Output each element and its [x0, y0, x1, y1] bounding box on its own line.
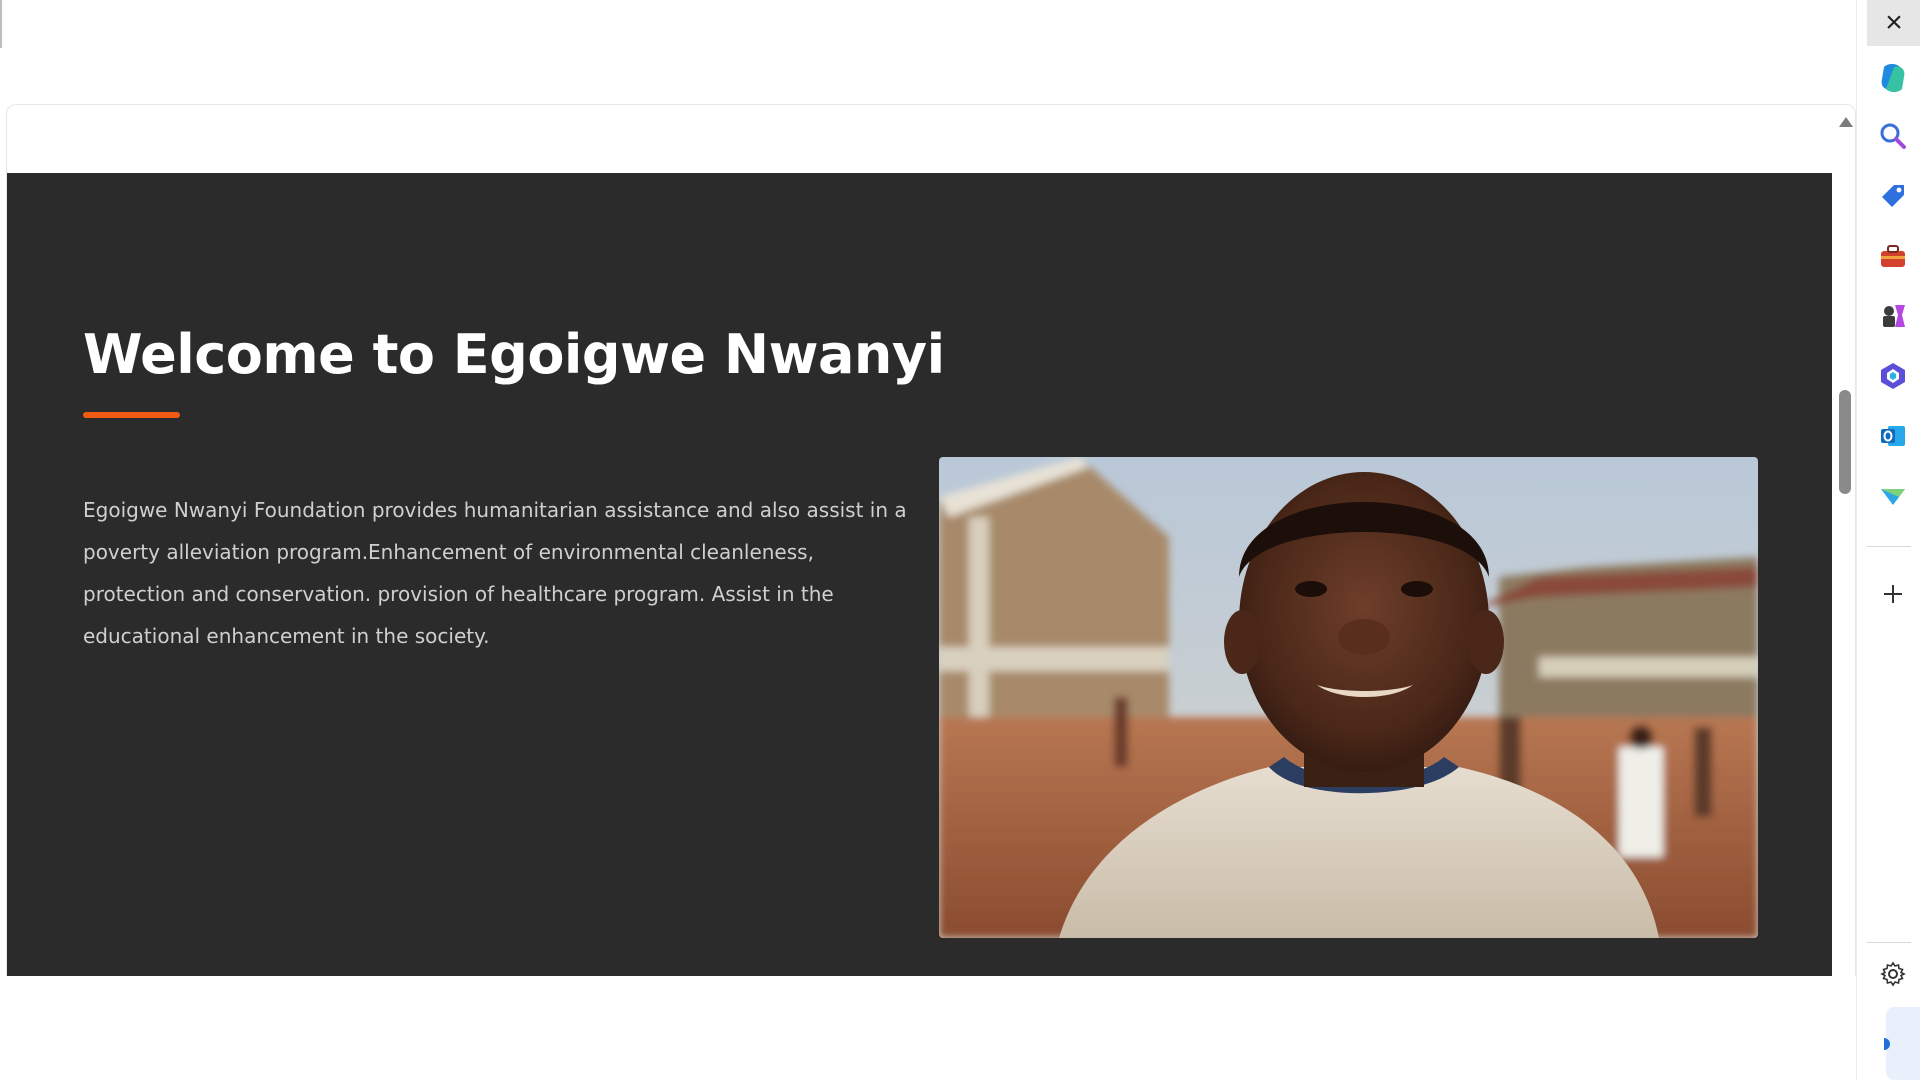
page-viewport: Welcome to Egoigwe Nwanyi Egoigwe Nwanyi… [6, 104, 1856, 976]
gear-icon [1880, 961, 1906, 987]
sidebar-divider [1867, 942, 1911, 943]
outlook-icon[interactable] [1875, 418, 1911, 454]
sidebar-settings-button[interactable] [1875, 956, 1911, 992]
hero-section: Welcome to Egoigwe Nwanyi Egoigwe Nwanyi… [7, 173, 1832, 976]
scroll-up-arrow-icon[interactable] [1839, 117, 1853, 127]
sidebar-divider [1867, 546, 1911, 547]
close-sidebar-button[interactable]: × [1867, 0, 1920, 46]
copilot-icon[interactable] [1875, 60, 1911, 96]
window-edge [0, 0, 2, 48]
browser-sidebar: × [1856, 0, 1920, 1080]
drop-icon[interactable] [1875, 478, 1911, 514]
games-icon[interactable] [1875, 298, 1911, 334]
hero-photo [939, 457, 1758, 938]
title-accent-bar [83, 412, 180, 418]
add-sidebar-app-button[interactable] [1875, 576, 1911, 612]
shopping-tag-icon[interactable] [1875, 178, 1911, 214]
sidebar-corner-tab[interactable] [1886, 1007, 1920, 1080]
site-header [7, 105, 1832, 173]
page-scrollbar[interactable] [1832, 105, 1855, 976]
toolbox-icon[interactable] [1875, 238, 1911, 274]
plus-icon [1884, 585, 1902, 603]
page-title: Welcome to Egoigwe Nwanyi [83, 323, 945, 386]
microsoft-365-icon[interactable] [1875, 358, 1911, 394]
scroll-thumb[interactable] [1839, 390, 1851, 494]
photo-smiling-boy [939, 457, 1758, 938]
bottom-area [0, 976, 1866, 1080]
search-icon[interactable] [1875, 118, 1911, 154]
browser-top-area [0, 0, 1866, 104]
hero-description: Egoigwe Nwanyi Foundation provides human… [83, 498, 907, 648]
close-icon: × [1885, 6, 1903, 39]
